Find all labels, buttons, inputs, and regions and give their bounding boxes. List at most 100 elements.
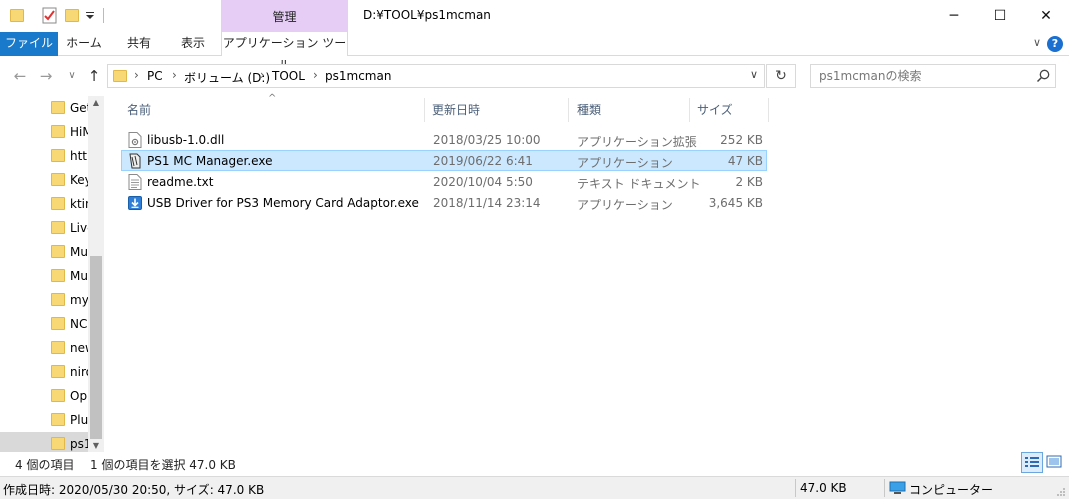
recent-locations-button[interactable]: ∨	[62, 66, 82, 86]
nav-item-label: new	[70, 341, 88, 355]
ribbon-collapse-icon[interactable]: ∨	[1033, 36, 1041, 49]
tab-share[interactable]: 共有	[110, 32, 168, 56]
status-size: 47.0 KB	[800, 481, 847, 495]
minimize-button[interactable]: ─	[931, 0, 977, 32]
tab-view[interactable]: 表示	[168, 32, 218, 56]
tab-home[interactable]: ホーム	[58, 32, 110, 56]
column-header-name[interactable]: 名前	[127, 98, 422, 122]
scroll-thumb[interactable]	[90, 256, 102, 439]
scroll-down-icon[interactable]: ▼	[88, 441, 104, 450]
file-row-libusb[interactable]: libusb-1.0.dll 2018/03/25 10:00 アプリケーション…	[121, 129, 767, 150]
nav-item[interactable]: ps1	[0, 432, 88, 452]
address-dropdown-icon[interactable]: ∨	[750, 68, 758, 81]
window-title: D:¥TOOL¥ps1mcman	[363, 8, 491, 22]
folder-icon	[113, 70, 127, 82]
tab-application-tools[interactable]: アプリケーション ツール	[221, 32, 348, 72]
column-header-size[interactable]: サイズ	[697, 98, 767, 122]
maximize-button[interactable]: ☐	[977, 0, 1023, 32]
column-header-modified[interactable]: 更新日時	[432, 98, 568, 122]
file-size: 252 KB	[720, 133, 763, 147]
breadcrumb-ps1mcman[interactable]: ps1mcman	[325, 69, 391, 83]
nav-item[interactable]: NC	[0, 312, 88, 336]
properties-icon[interactable]	[42, 7, 58, 24]
nav-item[interactable]: ktin	[0, 192, 88, 216]
file-row-usb-driver[interactable]: USB Driver for PS3 Memory Card Adaptor.e…	[121, 192, 767, 213]
nav-item[interactable]: new	[0, 336, 88, 360]
large-icons-view-button[interactable]	[1044, 452, 1066, 473]
nav-item[interactable]: my	[0, 288, 88, 312]
column-divider[interactable]	[689, 98, 690, 122]
large-icons-view-icon	[1046, 455, 1062, 468]
details-view-icon	[1025, 457, 1039, 467]
file-size: 2 KB	[735, 175, 763, 189]
nav-item[interactable]: Live	[0, 216, 88, 240]
nav-scrollbar[interactable]: ▲ ▼	[88, 96, 104, 452]
close-button[interactable]: ✕	[1023, 0, 1069, 32]
nav-item-label: Mu	[70, 245, 88, 259]
file-type: アプリケーション	[577, 198, 673, 212]
breadcrumb-separator[interactable]: ›	[260, 68, 265, 82]
breadcrumb-volume-d[interactable]: ボリューム (D:)	[184, 69, 270, 86]
breadcrumb-separator[interactable]: ›	[313, 68, 318, 82]
breadcrumb-tool[interactable]: TOOL	[272, 69, 305, 83]
address-bar[interactable]: › PC › ボリューム (D:) › TOOL › ps1mcman ∨	[107, 64, 765, 88]
quick-access-dropdown-icon[interactable]	[86, 12, 95, 20]
column-divider[interactable]	[424, 98, 425, 122]
file-type: アプリケーション拡張	[577, 135, 697, 149]
folder-icon	[51, 365, 65, 378]
nav-item[interactable]: Key	[0, 168, 88, 192]
manage-context-tab[interactable]: 管理	[221, 0, 348, 32]
nav-item[interactable]: Plu	[0, 408, 88, 432]
folder-icon	[51, 341, 65, 354]
search-icon[interactable]	[1035, 68, 1051, 84]
nav-item[interactable]: Mu	[0, 240, 88, 264]
nav-item[interactable]: Op	[0, 384, 88, 408]
forward-button[interactable]: →	[36, 66, 56, 86]
column-divider[interactable]	[768, 98, 769, 122]
nav-item-label: ktin	[70, 197, 88, 211]
nav-item-label: Live	[70, 221, 88, 235]
refresh-button[interactable]: ↻	[766, 64, 796, 88]
nav-item-label: ps1	[70, 437, 88, 451]
file-type: テキスト ドキュメント	[577, 177, 701, 191]
file-row-ps1-mc-manager[interactable]: PS1 MC Manager.exe 2019/06/22 6:41 アプリケー…	[121, 150, 767, 171]
breadcrumb-separator[interactable]: ›	[172, 68, 177, 82]
folder-icon	[51, 293, 65, 306]
folder-icon	[51, 101, 65, 114]
new-folder-icon[interactable]	[65, 9, 79, 22]
details-view-button[interactable]	[1021, 452, 1043, 473]
column-divider[interactable]	[568, 98, 569, 122]
file-name: PS1 MC Manager.exe	[147, 154, 273, 168]
breadcrumb-separator[interactable]: ›	[134, 68, 139, 82]
back-button[interactable]: ←	[10, 66, 30, 86]
file-type: アプリケーション	[577, 156, 673, 170]
file-modified: 2018/03/25 10:00	[433, 133, 541, 147]
scroll-up-icon[interactable]: ▲	[88, 98, 104, 107]
search-box[interactable]	[810, 64, 1056, 88]
nav-item-label: Op	[70, 389, 88, 403]
nav-item[interactable]: niro	[0, 360, 88, 384]
column-header-type[interactable]: 種類	[577, 98, 689, 122]
breadcrumb-pc[interactable]: PC	[147, 69, 163, 83]
file-size: 3,645 KB	[708, 196, 763, 210]
nav-item[interactable]: Get	[0, 96, 88, 120]
resize-grip-icon[interactable]	[1056, 487, 1066, 497]
folder-icon	[51, 413, 65, 426]
nav-item-label: Get	[70, 101, 88, 115]
folder-icon	[51, 173, 65, 186]
search-input[interactable]	[811, 65, 1021, 87]
nav-item-label: HiM	[70, 125, 88, 139]
nav-item-label: niro	[70, 365, 88, 379]
nav-item-label: my	[70, 293, 88, 307]
nav-item[interactable]: http	[0, 144, 88, 168]
nav-item[interactable]: Mu	[0, 264, 88, 288]
folder-icon	[51, 125, 65, 138]
help-icon[interactable]: ?	[1047, 36, 1063, 52]
nav-item[interactable]: HiM	[0, 120, 88, 144]
up-button[interactable]: ↑	[84, 66, 104, 86]
status-details: 作成日時: 2020/05/30 20:50, サイズ: 47.0 KB	[3, 483, 265, 497]
folder-icon	[51, 149, 65, 162]
file-row-readme[interactable]: readme.txt 2020/10/04 5:50 テキスト ドキュメント 2…	[121, 171, 767, 192]
file-modified: 2018/11/14 23:14	[433, 196, 541, 210]
tab-file[interactable]: ファイル	[0, 32, 58, 56]
